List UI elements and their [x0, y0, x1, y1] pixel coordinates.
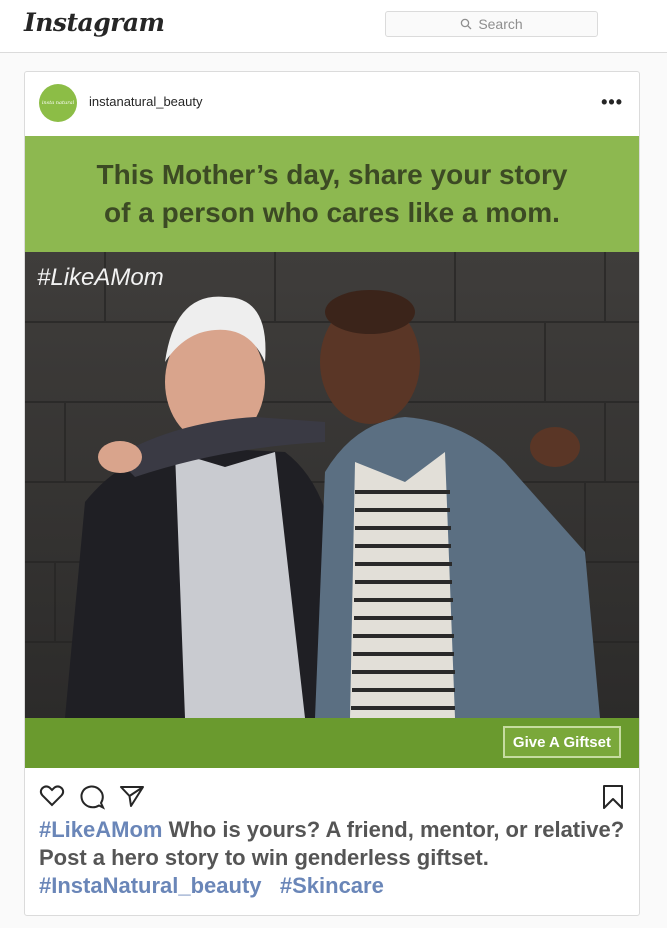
- caption-hashtag-skincare[interactable]: #Skincare: [280, 873, 384, 898]
- image-hashtag: #LikeAMom: [37, 264, 164, 291]
- post-photo[interactable]: #LikeAMom: [25, 252, 639, 718]
- post-caption: #LikeAMom Who is yours? A friend, mentor…: [39, 816, 639, 900]
- give-a-giftset-button[interactable]: Give A Giftset: [502, 726, 621, 758]
- bookmark-icon[interactable]: [601, 784, 625, 810]
- comment-icon[interactable]: [79, 784, 105, 810]
- photo-illustration: [25, 252, 639, 718]
- cta-bar: Give A Giftset: [25, 718, 639, 768]
- banner-line-2: of a person who cares like a mom.: [104, 197, 560, 228]
- avatar[interactable]: insta natural: [39, 84, 77, 122]
- search-input[interactable]: Search: [385, 11, 598, 37]
- post-card: insta natural instanatural_beauty ••• Th…: [24, 71, 640, 916]
- avatar-text: insta natural: [41, 99, 75, 106]
- post-username[interactable]: instanatural_beauty: [89, 94, 202, 109]
- search-placeholder: Search: [478, 16, 523, 32]
- instagram-logo[interactable]: Instagram: [24, 8, 165, 37]
- share-icon[interactable]: [119, 784, 145, 808]
- promo-banner: This Mother’s day, share your story of a…: [25, 136, 639, 252]
- post-header: insta natural instanatural_beauty •••: [25, 72, 639, 136]
- more-options-icon[interactable]: •••: [601, 92, 623, 113]
- top-navigation-bar: Instagram Search: [0, 0, 667, 53]
- heart-icon[interactable]: [39, 784, 65, 808]
- post-actions: [25, 778, 639, 818]
- caption-hashtag-instanatural[interactable]: #InstaNatural_beauty: [39, 873, 262, 898]
- search-icon: [461, 18, 472, 30]
- caption-hashtag-likeamom[interactable]: #LikeAMom: [39, 817, 162, 842]
- banner-line-1: This Mother’s day, share your story: [96, 159, 568, 190]
